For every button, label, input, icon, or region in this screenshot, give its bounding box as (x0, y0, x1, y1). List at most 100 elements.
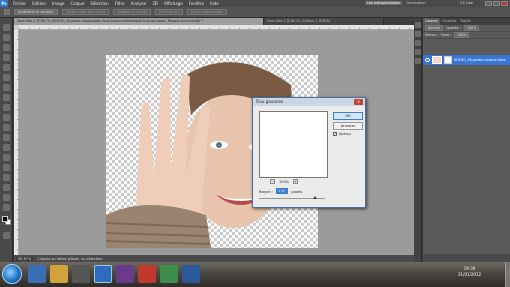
menu-filtre[interactable]: Filtre (112, 1, 128, 6)
brush-panel-icon[interactable] (415, 40, 421, 46)
lasso-tool-icon[interactable] (3, 44, 10, 51)
refine-edge-button[interactable]: Améliorer le contour (14, 9, 58, 15)
print-size-button[interactable]: Taille d'impression (186, 9, 227, 15)
menu-image[interactable]: Image (49, 1, 68, 6)
ie-taskbar-icon[interactable] (28, 265, 46, 283)
shape-tool-icon[interactable] (3, 194, 10, 201)
quick-selection-tool-icon[interactable] (3, 54, 10, 61)
layer-row-selected[interactable]: KOEHO_16-photo-maxene-fond (423, 55, 510, 65)
menu-fenetre[interactable]: Fenêtre (186, 1, 207, 6)
dreamweaver-taskbar-icon[interactable] (160, 265, 178, 283)
tab-paths[interactable]: Tracés (458, 18, 472, 25)
zoom-in-button[interactable]: + (293, 179, 299, 184)
clock-date: 31/01/2012 (458, 272, 482, 277)
menu-affichage[interactable]: Affichage (161, 1, 186, 6)
maximize-button[interactable] (493, 1, 500, 6)
menu-calque[interactable]: Calque (67, 1, 87, 6)
document-tab-active[interactable]: Sans titre-1 @ 66,7% (KOEHO_16-photo-max… (14, 18, 264, 25)
flash-taskbar-icon[interactable] (138, 265, 156, 283)
brush-tool-icon[interactable] (3, 94, 10, 101)
eyedropper-tool-icon[interactable] (3, 74, 10, 81)
menu-fichier[interactable]: Fichier (10, 1, 29, 6)
layer-mask-thumbnail[interactable] (444, 56, 452, 64)
type-tool-icon[interactable] (3, 174, 10, 181)
radius-input[interactable]: 7,0 (276, 188, 289, 194)
healing-brush-tool-icon[interactable] (3, 84, 10, 91)
show-desktop-button[interactable] (505, 262, 510, 287)
tab-channels[interactable]: Couches (440, 18, 458, 25)
workspace-design[interactable]: Conception (404, 1, 428, 5)
clone-stamp-tool-icon[interactable] (3, 104, 10, 111)
layer-name[interactable]: KOEHO_16-photo-maxene-fond (454, 58, 510, 62)
dodge-tool-icon[interactable] (3, 154, 10, 161)
workspace-switcher: Les indispensables Conception (365, 1, 428, 5)
menu-3d[interactable]: 3D (149, 1, 161, 6)
quick-mask-icon[interactable] (3, 232, 10, 239)
zoom-level[interactable]: 66,67% (16, 256, 34, 261)
crop-tool-icon[interactable] (3, 64, 10, 71)
history-brush-tool-icon[interactable] (3, 114, 10, 121)
gradient-tool-icon[interactable] (3, 134, 10, 141)
cs-live-button[interactable]: CS Live (460, 1, 473, 5)
radius-slider-thumb[interactable] (313, 196, 318, 199)
document-tab-other[interactable]: Sans titre-3 @ 66,7% (Calque 1, RVB/8) (264, 18, 384, 25)
tool-preset-icon[interactable] (4, 9, 10, 15)
character-panel-icon[interactable] (415, 58, 421, 64)
menu-analyse[interactable]: Analyse (128, 1, 150, 6)
ok-button[interactable]: OK (333, 112, 363, 120)
horizontal-ruler[interactable] (19, 25, 414, 30)
minimize-button[interactable] (485, 1, 492, 6)
right-panel-dock: Calques Couches Tracés Normal Opacité : … (414, 18, 510, 262)
pen-tool-icon[interactable] (3, 164, 10, 171)
menu-aide[interactable]: Aide (207, 1, 222, 6)
photoshop-taskbar-icon[interactable] (94, 265, 112, 283)
marquee-tool-icon[interactable] (3, 34, 10, 41)
blur-tool-icon[interactable] (3, 144, 10, 151)
preview-check-icon[interactable]: ✓ (333, 132, 337, 136)
fill-screen-button[interactable]: Plein écran (155, 9, 183, 15)
menu-edition[interactable]: Edition (29, 1, 49, 6)
foreground-color-swatch[interactable] (2, 216, 8, 222)
opacity-input[interactable]: 100% (463, 25, 480, 31)
workspace-essentials[interactable]: Les indispensables (365, 1, 402, 5)
move-tool-icon[interactable] (3, 24, 10, 31)
word-taskbar-icon[interactable] (182, 265, 200, 283)
fit-screen-button[interactable]: Adapter à l'écran (113, 9, 152, 15)
media-taskbar-icon[interactable] (72, 265, 90, 283)
preview-zoom-value: 100% (279, 179, 290, 184)
windows-taskbar: 19:39 31/01/2012 (0, 262, 510, 287)
preview-zoom-controls: − 100% + (270, 179, 299, 184)
menu-selection[interactable]: Sélection (87, 1, 111, 6)
radius-slider[interactable] (259, 196, 325, 199)
actual-pixels-button[interactable]: Toutes taille des pixels (61, 9, 110, 15)
tools-panel (0, 18, 13, 262)
path-selection-tool-icon[interactable] (3, 184, 10, 191)
status-bar: 66,67% Cliquez ou faites glisser, ou sél… (14, 255, 414, 262)
eraser-tool-icon[interactable] (3, 124, 10, 131)
layer-thumbnail[interactable] (432, 56, 442, 64)
fill-input[interactable]: 100% (454, 32, 470, 38)
tab-layers[interactable]: Calques (423, 18, 441, 25)
explorer-taskbar-icon[interactable] (50, 265, 68, 283)
start-button[interactable] (2, 264, 22, 284)
collapsed-panel-icons (414, 18, 422, 262)
dialog-close-button[interactable]: ✕ (354, 99, 363, 105)
zoom-tool-icon[interactable] (3, 204, 10, 211)
vertical-ruler[interactable] (14, 30, 19, 255)
history-panel-icon[interactable] (415, 22, 421, 28)
menu-items: Fichier Edition Image Calque Sélection F… (10, 1, 222, 6)
close-window-button[interactable] (501, 1, 508, 6)
preview-checkbox[interactable]: ✓ Aperçu (333, 132, 351, 136)
cancel-button[interactable]: Annuler (333, 122, 363, 130)
actions-panel-icon[interactable] (415, 31, 421, 37)
premiere-taskbar-icon[interactable] (116, 265, 134, 283)
blend-mode-select[interactable]: Normal (425, 25, 443, 31)
layers-panel: Calques Couches Tracés Normal Opacité : … (423, 18, 510, 262)
visibility-eye-icon[interactable] (425, 58, 430, 62)
layers-panel-footer (423, 254, 510, 262)
photoshop-logo: Ps (0, 0, 8, 7)
zoom-out-button[interactable]: − (270, 179, 275, 184)
filter-preview[interactable] (259, 111, 328, 178)
system-clock[interactable]: 19:39 31/01/2012 (458, 266, 481, 278)
clone-source-panel-icon[interactable] (415, 49, 421, 55)
